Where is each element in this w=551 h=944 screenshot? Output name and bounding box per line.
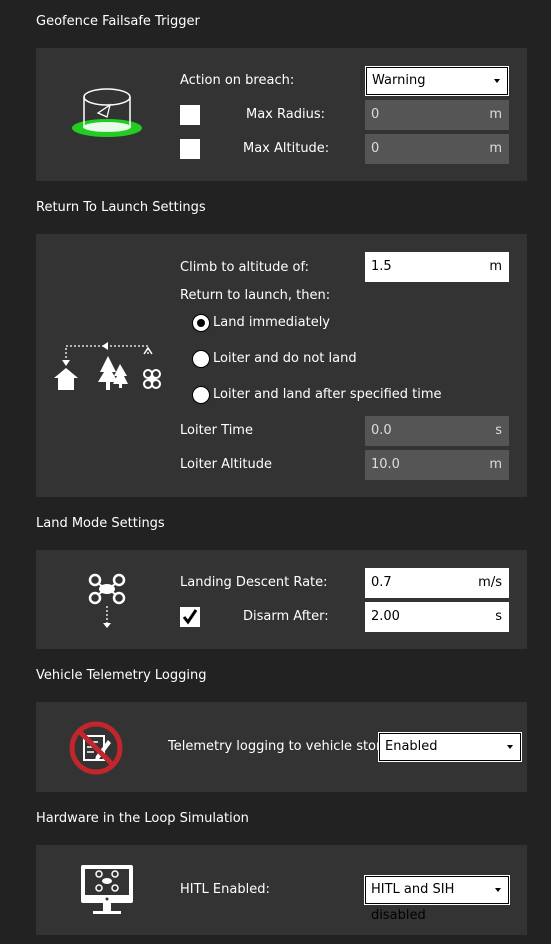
land-icon — [88, 573, 126, 628]
loiter-time-field[interactable]: 0.0 s — [365, 416, 509, 446]
hitl-section-title: Hardware in the Loop Simulation — [36, 811, 249, 826]
land-panel: Landing Descent Rate: 0.7 m/s Disarm Aft… — [36, 550, 527, 649]
return-then-label: Return to launch, then: — [180, 288, 331, 303]
hitl-enabled-dropdown[interactable]: HITL and SIH disabled — [365, 876, 509, 923]
checkmark-icon — [182, 609, 198, 625]
max-radius-unit: m — [489, 107, 502, 122]
radio-button[interactable] — [192, 386, 210, 404]
land-section-title: Land Mode Settings — [36, 516, 165, 531]
telemetry-logging-value: Enabled — [385, 739, 438, 754]
chevron-down-icon — [507, 745, 513, 749]
descent-rate-label: Landing Descent Rate: — [180, 575, 328, 590]
loiter-altitude-field[interactable]: 10.0 m — [365, 450, 509, 480]
disarm-after-value: 2.00 — [371, 609, 400, 624]
geofence-section-title: Geofence Failsafe Trigger — [36, 14, 200, 29]
loiter-altitude-label: Loiter Altitude — [180, 457, 272, 472]
max-altitude-label: Max Altitude: — [243, 141, 330, 156]
loiter-time-value: 0.0 — [371, 423, 392, 438]
descent-rate-unit: m/s — [478, 575, 502, 590]
telemetry-panel: Telemetry logging to vehicle storage: En… — [36, 702, 527, 792]
max-altitude-value: 0 — [371, 141, 380, 156]
loiter-time-label: Loiter Time — [180, 423, 253, 438]
climb-altitude-unit: m — [489, 259, 502, 274]
chevron-down-icon — [495, 888, 501, 892]
loiter-altitude-unit: m — [489, 457, 502, 472]
telemetry-logging-dropdown[interactable]: Enabled — [379, 733, 521, 761]
max-radius-checkbox[interactable] — [180, 105, 200, 125]
hitl-enabled-label: HITL Enabled: — [180, 882, 270, 897]
action-on-breach-dropdown[interactable]: Warning — [366, 67, 508, 95]
climb-altitude-label: Climb to altitude of: — [180, 260, 309, 275]
rtl-panel: Climb to altitude of: 1.5 m Return to la… — [36, 234, 527, 497]
radio-label: Loiter and do not land — [213, 351, 357, 366]
loiter-altitude-value: 10.0 — [371, 457, 400, 472]
climb-altitude-value: 1.5 — [371, 259, 392, 274]
return-to-launch-icon — [54, 342, 161, 390]
disarm-after-unit: s — [495, 609, 502, 624]
descent-rate-field[interactable]: 0.7 m/s — [365, 568, 509, 598]
climb-altitude-field[interactable]: 1.5 m — [365, 252, 509, 282]
radio-selected-dot — [197, 319, 205, 327]
max-altitude-checkbox[interactable] — [180, 139, 200, 159]
action-on-breach-value: Warning — [372, 73, 426, 88]
radio-label: Loiter and land after specified time — [213, 387, 442, 402]
hitl-enabled-value: HITL and SIH disabled — [371, 882, 455, 923]
disarm-after-field[interactable]: 2.00 s — [365, 602, 509, 632]
radio-button[interactable] — [192, 314, 210, 332]
descent-rate-value: 0.7 — [371, 575, 392, 590]
max-altitude-field[interactable]: 0 m — [365, 134, 509, 164]
disarm-after-checkbox[interactable] — [180, 607, 200, 627]
max-radius-value: 0 — [371, 107, 380, 122]
max-radius-label: Max Radius: — [246, 107, 325, 122]
action-on-breach-label: Action on breach: — [180, 73, 295, 88]
loiter-time-unit: s — [495, 423, 502, 438]
hitl-monitor-icon — [81, 865, 133, 914]
max-radius-field[interactable]: 0 m — [365, 100, 509, 130]
telemetry-section-title: Vehicle Telemetry Logging — [36, 668, 207, 683]
geofence-panel: Action on breach: Warning Max Radius: 0 … — [36, 48, 527, 181]
chevron-down-icon — [494, 79, 500, 83]
telemetry-logging-label: Telemetry logging to vehicle storage: — [168, 739, 410, 754]
disarm-after-label: Disarm After: — [243, 609, 329, 624]
geofence-icon — [72, 88, 142, 137]
no-logging-icon — [69, 721, 123, 775]
rtl-section-title: Return To Launch Settings — [36, 200, 206, 215]
radio-button[interactable] — [192, 350, 210, 368]
hitl-panel: HITL Enabled: HITL and SIH disabled — [36, 845, 527, 935]
max-altitude-unit: m — [489, 141, 502, 156]
radio-label: Land immediately — [213, 315, 330, 330]
